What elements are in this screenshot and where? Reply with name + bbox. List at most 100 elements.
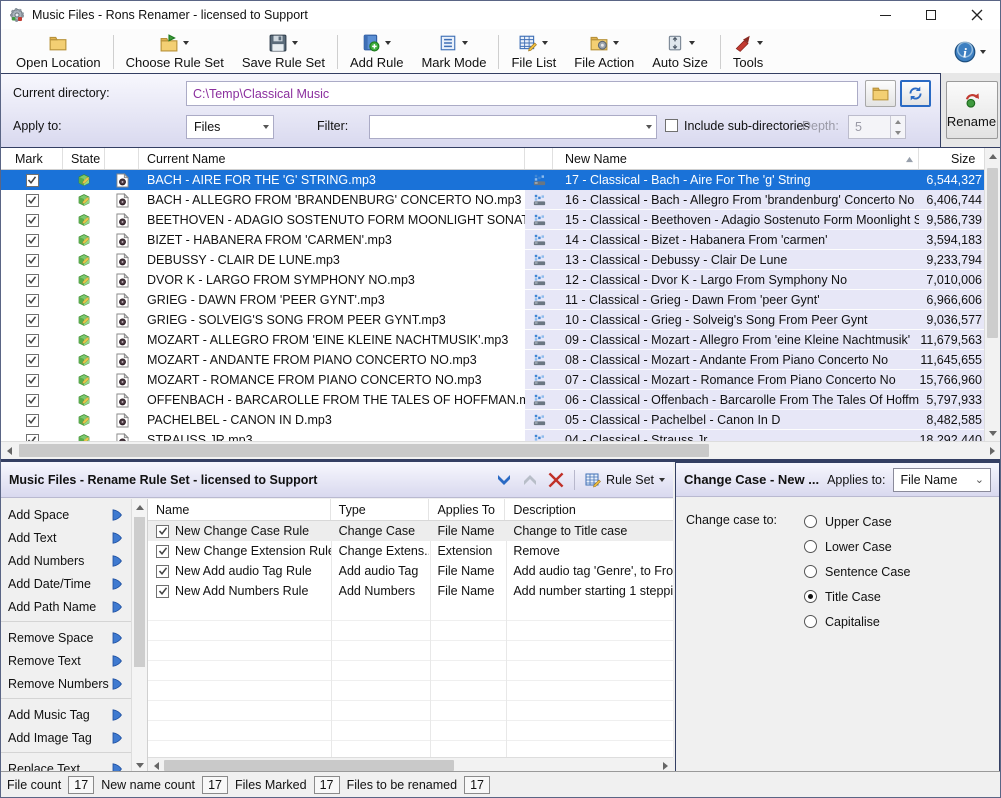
column-header-description[interactable]: Description xyxy=(505,499,673,520)
close-button[interactable] xyxy=(954,1,1000,29)
sidebar-rule-button[interactable]: Remove Text xyxy=(1,649,131,672)
rule-enabled-checkbox[interactable] xyxy=(156,525,169,538)
current-name-cell[interactable]: STRAUSS JR.mp3 xyxy=(139,430,525,441)
applies-to-select[interactable]: File Name ⌄ xyxy=(893,468,991,492)
file-row[interactable]: BACH - AIRE FOR THE 'G' STRING.mp3 17 - … xyxy=(1,170,986,190)
add-rule-button[interactable]: Add Rule xyxy=(341,31,412,73)
file-row[interactable]: BACH - ALLEGRO FROM 'BRANDENBURG' CONCER… xyxy=(1,190,986,210)
scroll-up-icon[interactable] xyxy=(132,499,148,515)
mark-checkbox[interactable] xyxy=(26,214,39,227)
file-row[interactable]: OFFENBACH - BARCAROLLE FROM THE TALES OF… xyxy=(1,390,986,410)
new-name-cell[interactable]: 12 - Classical - Dvor K - Largo From Sym… xyxy=(553,270,919,290)
tools-button[interactable]: Tools xyxy=(724,31,772,73)
mark-mode-button[interactable]: Mark Mode xyxy=(412,31,495,73)
current-name-cell[interactable]: DEBUSSY - CLAIR DE LUNE.mp3 xyxy=(139,250,525,270)
file-row[interactable]: STRAUSS JR.mp3 04 - Classical - Strauss … xyxy=(1,430,986,441)
new-name-cell[interactable]: 08 - Classical - Mozart - Andante From P… xyxy=(553,350,919,370)
current-name-cell[interactable]: BEETHOVEN - ADAGIO SOSTENUTO FORM MOONLI… xyxy=(139,210,525,230)
rule-row[interactable]: New Change Extension Rule Change Extens.… xyxy=(148,541,673,561)
case-option-radio[interactable]: Capitalise xyxy=(804,609,910,634)
scroll-up-icon[interactable] xyxy=(985,148,1001,164)
sidebar-rule-button[interactable]: Remove Numbers xyxy=(1,672,131,699)
sidebar-rule-button[interactable]: Remove Space xyxy=(1,626,131,649)
mark-checkbox[interactable] xyxy=(26,414,39,427)
mark-checkbox[interactable] xyxy=(26,174,39,187)
new-name-cell[interactable]: 07 - Classical - Mozart - Romance From P… xyxy=(553,370,919,390)
case-option-radio[interactable]: Lower Case xyxy=(804,534,910,559)
mark-checkbox[interactable] xyxy=(26,434,39,442)
column-header-state[interactable]: State xyxy=(63,148,105,169)
rule-enabled-checkbox[interactable] xyxy=(156,565,169,578)
minimize-button[interactable] xyxy=(862,1,908,29)
include-subdirs-checkbox[interactable] xyxy=(665,119,678,132)
mark-checkbox[interactable] xyxy=(26,194,39,207)
mark-checkbox[interactable] xyxy=(26,314,39,327)
current-name-cell[interactable]: PACHELBEL - CANON IN D.mp3 xyxy=(139,410,525,430)
file-row[interactable]: BIZET - HABANERA FROM 'CARMEN'.mp3 14 - … xyxy=(1,230,986,250)
current-name-cell[interactable]: GRIEG - SOLVEIG'S SONG FROM PEER GYNT.mp… xyxy=(139,310,525,330)
rename-button[interactable]: Rename xyxy=(946,81,998,139)
column-header-mark[interactable]: Mark xyxy=(1,148,63,169)
new-name-cell[interactable]: 05 - Classical - Pachelbel - Canon In D xyxy=(553,410,919,430)
move-rule-down-icon[interactable] xyxy=(496,472,512,488)
column-header-type[interactable]: Type xyxy=(331,499,430,520)
apply-to-select[interactable]: Files xyxy=(186,115,274,139)
sidebar-rule-button[interactable]: Add Space xyxy=(1,503,131,526)
spinner-down-icon[interactable] xyxy=(891,127,905,138)
file-row[interactable]: PACHELBEL - CANON IN D.mp3 05 - Classica… xyxy=(1,410,986,430)
new-name-cell[interactable]: 14 - Classical - Bizet - Habanera From '… xyxy=(553,230,919,250)
mark-checkbox[interactable] xyxy=(26,234,39,247)
current-name-cell[interactable]: BIZET - HABANERA FROM 'CARMEN'.mp3 xyxy=(139,230,525,250)
column-header-fileicon[interactable] xyxy=(105,148,139,169)
new-name-cell[interactable]: 04 - Classical - Strauss Jr xyxy=(553,430,919,441)
sidebar-rule-button[interactable]: Add Text xyxy=(1,526,131,549)
file-row[interactable]: MOZART - ROMANCE FROM PIANO CONCERTO NO.… xyxy=(1,370,986,390)
column-header-previewicon[interactable] xyxy=(525,148,553,169)
scroll-left-icon[interactable] xyxy=(1,443,17,459)
open-location-button[interactable]: Open Location xyxy=(7,31,110,73)
column-header-size[interactable]: Size xyxy=(919,148,986,169)
column-header-new-name[interactable]: New Name xyxy=(553,148,919,169)
new-name-cell[interactable]: 13 - Classical - Debussy - Clair De Lune xyxy=(553,250,919,270)
current-directory-input[interactable]: C:\Temp\Classical Music xyxy=(186,81,858,106)
spinner-up-icon[interactable] xyxy=(891,116,905,127)
case-option-radio[interactable]: Upper Case xyxy=(804,509,910,534)
delete-rule-icon[interactable] xyxy=(548,472,564,488)
sidebar-scrollbar[interactable] xyxy=(131,499,147,773)
scrollbar-thumb[interactable] xyxy=(987,168,998,338)
sidebar-rule-button[interactable]: Add Path Name xyxy=(1,595,131,622)
scroll-down-icon[interactable] xyxy=(985,425,1001,441)
horizontal-scrollbar[interactable] xyxy=(1,441,1000,459)
current-name-cell[interactable]: OFFENBACH - BARCAROLLE FROM THE TALES OF… xyxy=(139,390,525,410)
choose-rule-set-button[interactable]: Choose Rule Set xyxy=(117,31,233,73)
current-name-cell[interactable]: MOZART - ROMANCE FROM PIANO CONCERTO NO.… xyxy=(139,370,525,390)
scroll-right-icon[interactable] xyxy=(984,443,1000,459)
rule-row[interactable]: New Add Numbers Rule Add Numbers File Na… xyxy=(148,581,673,601)
current-name-cell[interactable]: MOZART - ALLEGRO FROM 'EINE KLEINE NACHT… xyxy=(139,330,525,350)
file-row[interactable]: GRIEG - DAWN FROM 'PEER GYNT'.mp3 11 - C… xyxy=(1,290,986,310)
new-name-cell[interactable]: 10 - Classical - Grieg - Solveig's Song … xyxy=(553,310,919,330)
column-header-applies-to[interactable]: Applies To xyxy=(429,499,505,520)
file-row[interactable]: DEBUSSY - CLAIR DE LUNE.mp3 13 - Classic… xyxy=(1,250,986,270)
mark-checkbox[interactable] xyxy=(26,374,39,387)
scrollbar-thumb[interactable] xyxy=(164,760,454,771)
current-name-cell[interactable]: GRIEG - DAWN FROM 'PEER GYNT'.mp3 xyxy=(139,290,525,310)
vertical-scrollbar[interactable] xyxy=(984,148,1000,441)
new-name-cell[interactable]: 17 - Classical - Bach - Aire For The 'g'… xyxy=(553,170,919,190)
save-rule-set-button[interactable]: Save Rule Set xyxy=(233,31,334,73)
rule-row[interactable]: New Add audio Tag Rule Add audio Tag Fil… xyxy=(148,561,673,581)
auto-size-button[interactable]: Auto Size xyxy=(643,31,717,73)
case-option-radio[interactable]: Sentence Case xyxy=(804,559,910,584)
refresh-directory-button[interactable] xyxy=(900,80,931,107)
new-name-cell[interactable]: 16 - Classical - Bach - Allegro From 'br… xyxy=(553,190,919,210)
maximize-button[interactable] xyxy=(908,1,954,29)
file-row[interactable]: BEETHOVEN - ADAGIO SOSTENUTO FORM MOONLI… xyxy=(1,210,986,230)
current-name-cell[interactable]: BACH - ALLEGRO FROM 'BRANDENBURG' CONCER… xyxy=(139,190,525,210)
info-button[interactable]: i xyxy=(944,31,996,73)
mark-checkbox[interactable] xyxy=(26,254,39,267)
file-list-button[interactable]: File List xyxy=(502,31,565,73)
rule-row[interactable]: New Change Case Rule Change Case File Na… xyxy=(148,521,673,541)
scrollbar-thumb[interactable] xyxy=(19,444,709,457)
mark-checkbox[interactable] xyxy=(26,334,39,347)
filter-select[interactable] xyxy=(369,115,657,139)
